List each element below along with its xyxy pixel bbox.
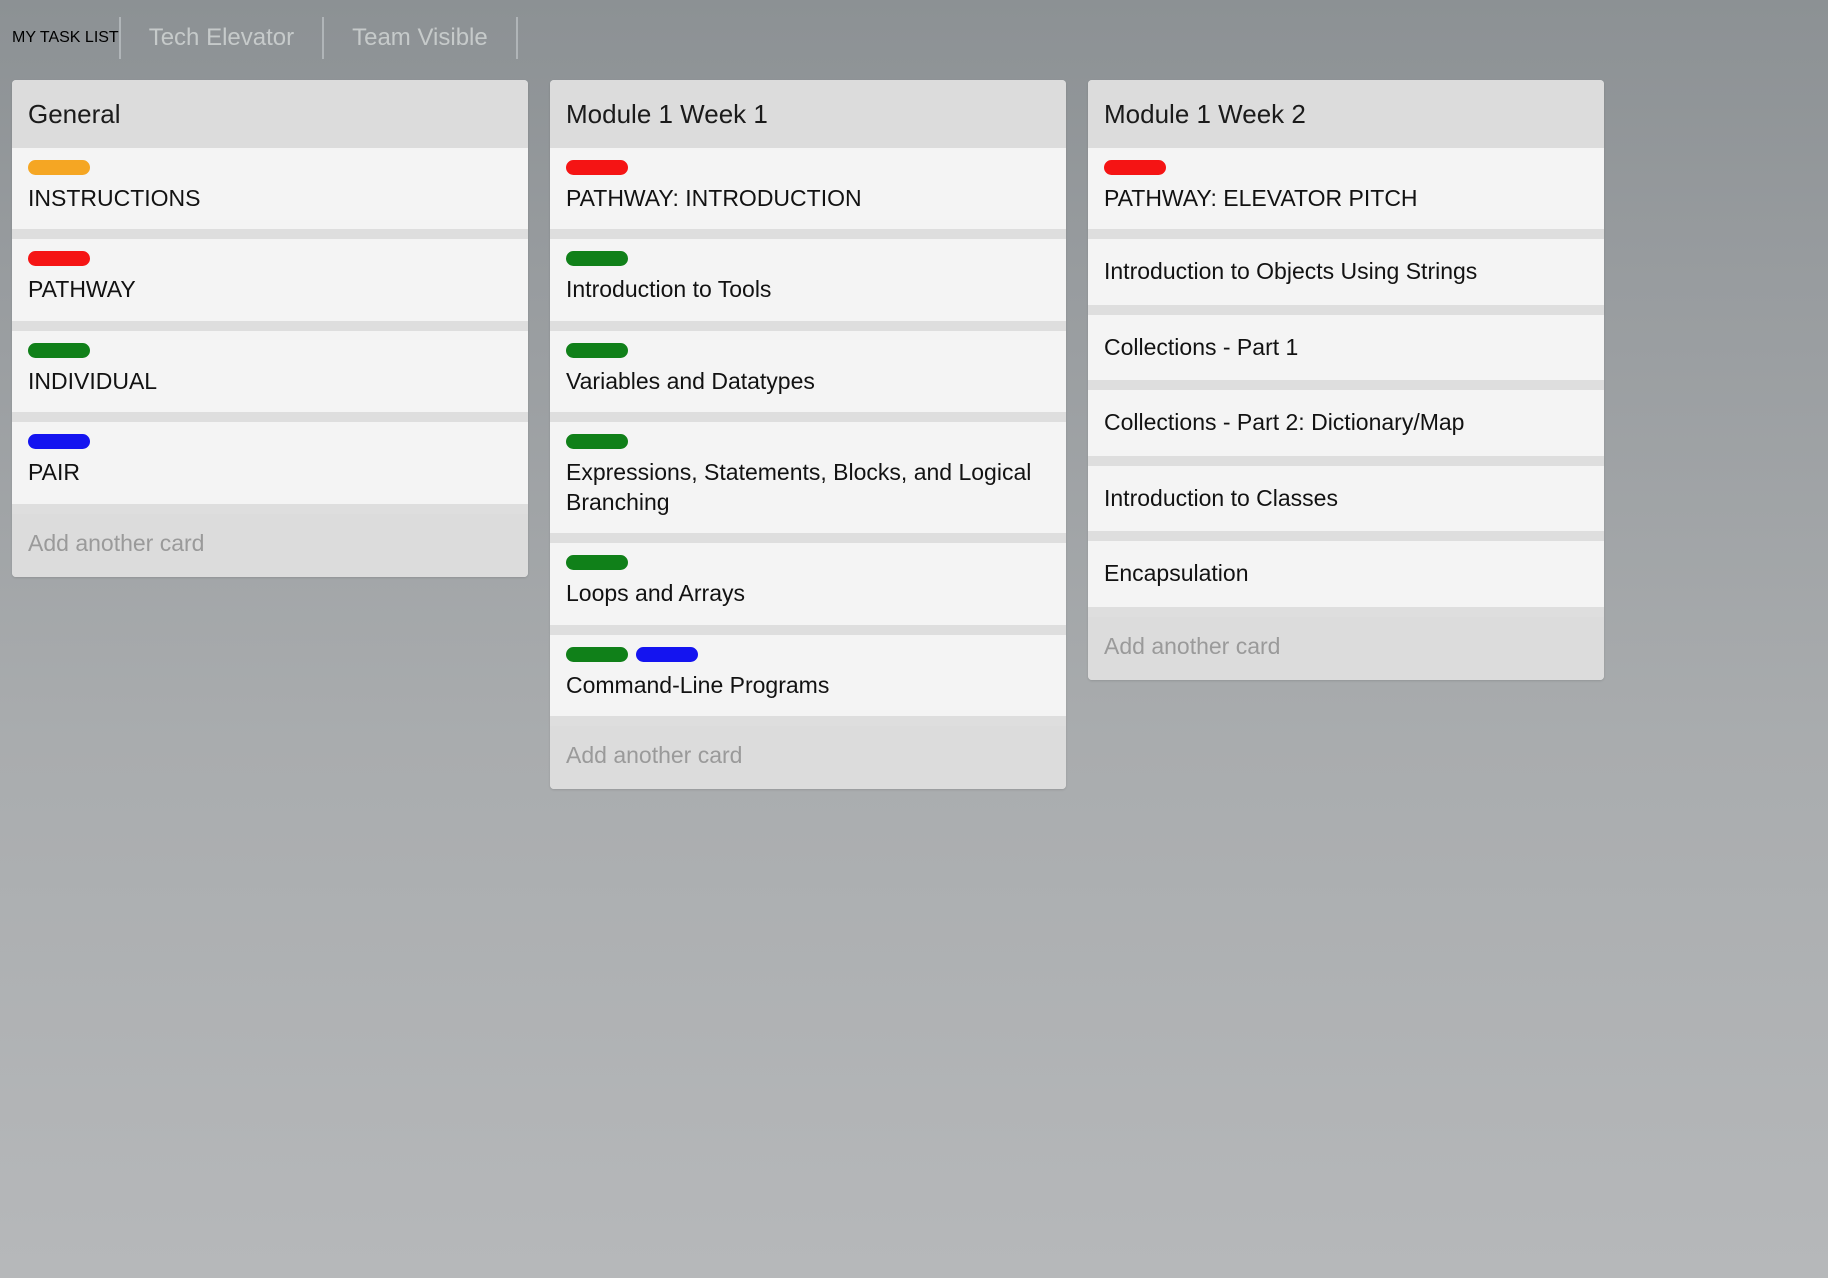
card-title: Command-Line Programs [566, 671, 830, 698]
card-labels [28, 160, 512, 175]
card[interactable]: Collections - Part 1 [1088, 314, 1604, 381]
card-labels [566, 251, 1050, 267]
label-pill-red[interactable] [566, 160, 628, 175]
nav-divider-3 [515, 17, 518, 59]
card[interactable]: Encapsulation [1088, 541, 1604, 607]
card-title: Variables and Datatypes [566, 367, 815, 394]
card[interactable]: Expressions, Statements, Blocks, and Log… [550, 422, 1066, 534]
card-labels [566, 555, 1050, 571]
card-title: PAIR [28, 459, 80, 486]
nav-link-team-visible[interactable]: Team Visible [324, 24, 516, 52]
label-pill-green[interactable] [566, 434, 628, 450]
app-title: MY TASK LIST [12, 29, 119, 46]
add-another-card-button[interactable]: Add another card [1088, 616, 1604, 680]
label-pill-red[interactable] [28, 251, 90, 267]
card[interactable]: INDIVIDUAL [12, 330, 528, 413]
card[interactable]: INSTRUCTIONS [12, 148, 528, 230]
card-labels [1104, 160, 1588, 175]
card[interactable]: PATHWAY [12, 239, 528, 321]
label-pill-green[interactable] [566, 646, 628, 662]
list-title[interactable]: Module 1 Week 1 [550, 80, 1066, 148]
card[interactable]: PAIR [12, 422, 528, 504]
card-title: INSTRUCTIONS [28, 185, 201, 211]
list-column: Module 1 Week 2 PATHWAY: ELEVATOR PITCH In… [1088, 80, 1604, 680]
label-pill-green[interactable] [566, 342, 628, 358]
card[interactable]: Command-Line Programs [550, 634, 1066, 717]
nav-link-tech-elevator[interactable]: Tech Elevator [121, 24, 322, 52]
card-title: Collections - Part 1 [1104, 333, 1299, 360]
list-column: Module 1 Week 1 PATHWAY: INTRODUCTION Intr… [550, 80, 1066, 790]
card-title: Encapsulation [1104, 560, 1249, 587]
card-title: PATHWAY: ELEVATOR PITCH [1104, 185, 1418, 211]
card-list: PATHWAY: ELEVATOR PITCH Introduction to O… [1088, 148, 1604, 607]
card[interactable]: Introduction to Tools [550, 239, 1066, 321]
card[interactable]: Collections - Part 2: Dictionary/Map [1088, 390, 1604, 456]
board: General INSTRUCTIONS PATHWAY INDIVIDUAL PAIR… [0, 76, 1828, 790]
card-list: PATHWAY: INTRODUCTION Introduction to Too… [550, 148, 1066, 717]
card[interactable]: Introduction to Classes [1088, 465, 1604, 532]
label-pill-green[interactable] [566, 555, 628, 571]
card-title: Introduction to Objects Using Strings [1104, 258, 1478, 285]
card-title: INDIVIDUAL [28, 367, 158, 394]
add-another-card-button[interactable]: Add another card [550, 726, 1066, 790]
label-pill-green[interactable] [28, 342, 90, 358]
add-another-card-button[interactable]: Add another card [12, 513, 528, 577]
list-title[interactable]: General [12, 80, 528, 148]
card-labels [566, 342, 1050, 358]
card-title: PATHWAY: INTRODUCTION [566, 185, 862, 211]
card-title: Introduction to Classes [1104, 484, 1338, 511]
card-labels [28, 342, 512, 358]
card-title: Expressions, Statements, Blocks, and Log… [566, 459, 1032, 515]
card[interactable]: PATHWAY: ELEVATOR PITCH [1088, 148, 1604, 230]
card-labels [566, 646, 1050, 662]
label-pill-red[interactable] [1104, 160, 1166, 175]
card-title: Introduction to Tools [566, 276, 772, 303]
label-pill-orange[interactable] [28, 160, 90, 175]
label-pill-blue[interactable] [636, 646, 698, 662]
card[interactable]: Variables and Datatypes [550, 330, 1066, 413]
app-header: MY TASK LIST Tech Elevator Team Visible [0, 0, 1828, 76]
list-title[interactable]: Module 1 Week 2 [1088, 80, 1604, 148]
card-labels [28, 251, 512, 267]
card-labels [566, 160, 1050, 175]
card[interactable]: Introduction to Objects Using Strings [1088, 239, 1604, 305]
card[interactable]: Loops and Arrays [550, 543, 1066, 625]
card-title: Loops and Arrays [566, 580, 746, 607]
label-pill-blue[interactable] [28, 434, 90, 450]
card-labels [566, 434, 1050, 450]
label-pill-green[interactable] [566, 251, 628, 267]
card-labels [28, 434, 512, 450]
card[interactable]: PATHWAY: INTRODUCTION [550, 148, 1066, 230]
card-list: INSTRUCTIONS PATHWAY INDIVIDUAL PAIR [12, 148, 528, 504]
card-title: PATHWAY [28, 276, 136, 303]
list-column: General INSTRUCTIONS PATHWAY INDIVIDUAL PAIR… [12, 80, 528, 577]
card-title: Collections - Part 2: Dictionary/Map [1104, 409, 1465, 436]
